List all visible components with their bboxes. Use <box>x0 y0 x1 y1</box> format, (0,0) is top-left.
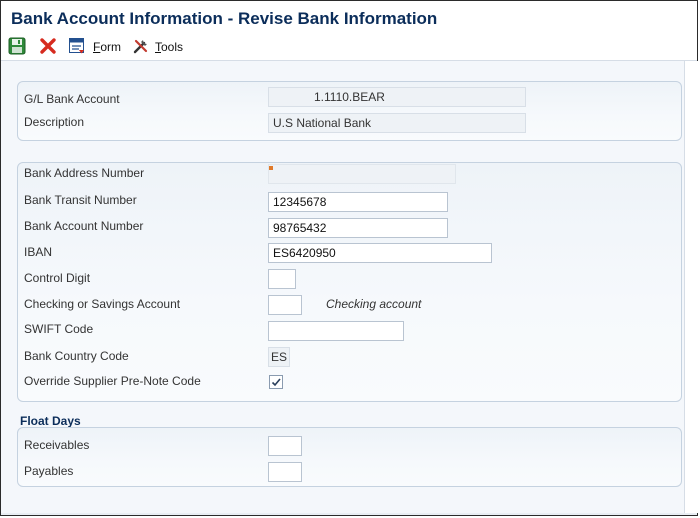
swift-code-label: SWIFT Code <box>24 322 94 336</box>
override-prenote-checkbox[interactable] <box>269 375 283 389</box>
form-icon[interactable] <box>68 37 86 55</box>
checking-savings-hint: Checking account <box>326 297 422 311</box>
iban-input[interactable]: ES6420950 <box>268 243 492 263</box>
override-prenote-label: Override Supplier Pre-Note Code <box>24 374 201 388</box>
form-menu-label: orm <box>100 40 122 54</box>
bank-account-number-input[interactable]: 98765432 <box>268 218 448 238</box>
swift-code-input[interactable] <box>268 321 404 341</box>
bank-country-code-field[interactable]: ES <box>268 347 290 367</box>
control-digit-label: Control Digit <box>24 271 91 285</box>
bank-transit-number-label: Bank Transit Number <box>24 193 137 207</box>
tools-menu-button[interactable]: Tools <box>155 40 183 54</box>
payables-label: Payables <box>24 464 74 478</box>
gl-bank-account-field: 1.1110.BEAR <box>268 87 526 107</box>
bank-address-number-label: Bank Address Number <box>24 166 145 180</box>
tools-icon[interactable] <box>132 37 150 55</box>
toolbar: Form Tools <box>1 34 697 61</box>
checkmark-icon <box>271 378 281 387</box>
save-icon[interactable] <box>8 37 26 55</box>
receivables-label: Receivables <box>24 438 90 452</box>
float-days-section <box>17 427 682 487</box>
receivables-input[interactable] <box>268 436 302 456</box>
page-title: Bank Account Information - Revise Bank I… <box>11 9 438 28</box>
tools-menu-label: ools <box>161 40 184 54</box>
bank-transit-number-input[interactable]: 12345678 <box>268 192 448 212</box>
bank-account-number-label: Bank Account Number <box>24 219 144 233</box>
checking-savings-input[interactable] <box>268 295 302 315</box>
required-indicator <box>269 166 273 170</box>
form-menu-button[interactable]: Form <box>93 40 121 54</box>
control-digit-input[interactable] <box>268 269 296 289</box>
bank-address-number-field[interactable] <box>268 164 456 184</box>
checking-savings-label: Checking or Savings Account <box>24 297 181 311</box>
float-days-title: Float Days <box>20 414 81 428</box>
payables-input[interactable] <box>268 462 302 482</box>
bank-country-code-label: Bank Country Code <box>24 349 129 363</box>
vertical-scrollbar[interactable] <box>684 61 698 513</box>
close-icon[interactable] <box>39 37 57 55</box>
iban-label: IBAN <box>24 245 53 259</box>
title-bar: Bank Account Information - Revise Bank I… <box>1 1 697 34</box>
form-content: G/L Bank Account 1.1110.BEAR Description… <box>1 61 684 513</box>
description-label: Description <box>24 115 85 129</box>
gl-bank-account-label: G/L Bank Account <box>24 92 120 106</box>
description-field: U.S National Bank <box>268 113 526 133</box>
